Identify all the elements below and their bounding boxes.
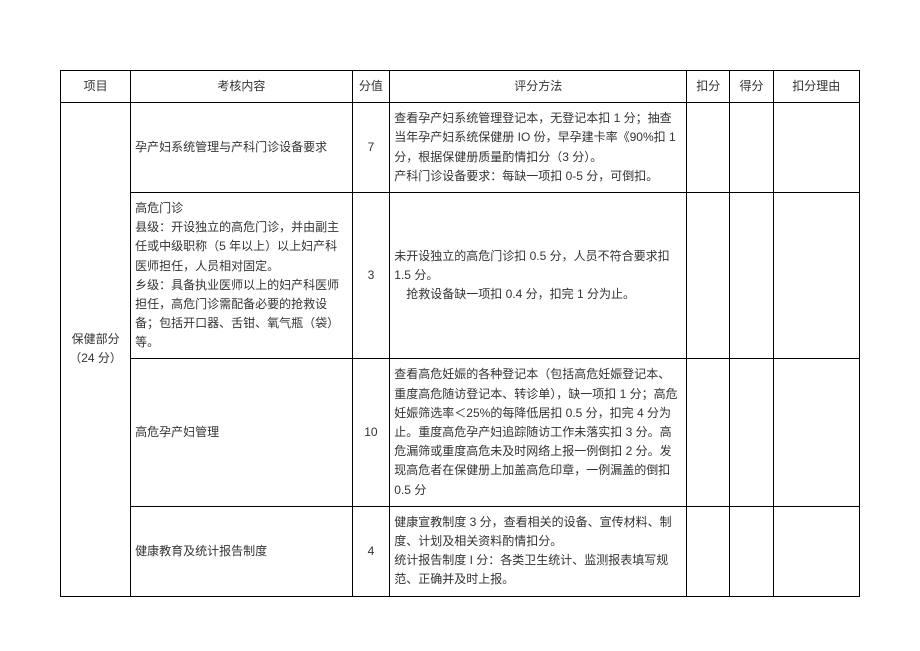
header-reason: 扣分理由 (773, 71, 859, 103)
score-cell: 3 (352, 192, 390, 359)
gain-cell (730, 359, 773, 506)
table-row: 高危门诊县级：开设独立的高危门诊，并由副主任或中级职称（5 年以上）以上妇产科医… (61, 192, 860, 359)
method-cell: 未开设独立的高危门诊扣 0.5 分，人员不符合要求扣 1.5 分。 抢救设备缺一… (390, 192, 687, 359)
project-cell: 保健部分（24 分） (61, 103, 131, 596)
reason-cell (773, 192, 859, 359)
header-method: 评分方法 (390, 71, 687, 103)
gain-cell (730, 506, 773, 596)
deduct-cell (687, 103, 730, 193)
header-gain: 得分 (730, 71, 773, 103)
method-cell: 查看高危妊娠的各种登记本（包括高危妊娠登记本、重度高危随访登记本、转诊单），缺一… (390, 359, 687, 506)
deduct-cell (687, 506, 730, 596)
table-row: 健康教育及统计报告制度 4 健康宣教制度 3 分，查看相关的设备、宣传材料、制度… (61, 506, 860, 596)
method-cell: 查看孕产妇系统管理登记本，无登记本扣 1 分；抽查当年孕产妇系统保健册 IO 份… (390, 103, 687, 193)
method-cell: 健康宣教制度 3 分，查看相关的设备、宣传材料、制度、计划及相关资料酌情扣分。统… (390, 506, 687, 596)
header-content: 考核内容 (131, 71, 352, 103)
header-score: 分值 (352, 71, 390, 103)
content-cell: 孕产妇系统管理与产科门诊设备要求 (131, 103, 352, 193)
table-row: 保健部分（24 分） 孕产妇系统管理与产科门诊设备要求 7 查看孕产妇系统管理登… (61, 103, 860, 193)
table-header-row: 项目 考核内容 分值 评分方法 扣分 得分 扣分理由 (61, 71, 860, 103)
assessment-table: 项目 考核内容 分值 评分方法 扣分 得分 扣分理由 保健部分（24 分） 孕产… (60, 70, 860, 597)
header-deduct: 扣分 (687, 71, 730, 103)
table-row: 高危孕产妇管理 10 查看高危妊娠的各种登记本（包括高危妊娠登记本、重度高危随访… (61, 359, 860, 506)
reason-cell (773, 506, 859, 596)
score-cell: 10 (352, 359, 390, 506)
gain-cell (730, 192, 773, 359)
gain-cell (730, 103, 773, 193)
reason-cell (773, 103, 859, 193)
deduct-cell (687, 192, 730, 359)
deduct-cell (687, 359, 730, 506)
header-project: 项目 (61, 71, 131, 103)
score-cell: 7 (352, 103, 390, 193)
score-cell: 4 (352, 506, 390, 596)
content-cell: 高危孕产妇管理 (131, 359, 352, 506)
content-cell: 健康教育及统计报告制度 (131, 506, 352, 596)
content-cell: 高危门诊县级：开设独立的高危门诊，并由副主任或中级职称（5 年以上）以上妇产科医… (131, 192, 352, 359)
reason-cell (773, 359, 859, 506)
